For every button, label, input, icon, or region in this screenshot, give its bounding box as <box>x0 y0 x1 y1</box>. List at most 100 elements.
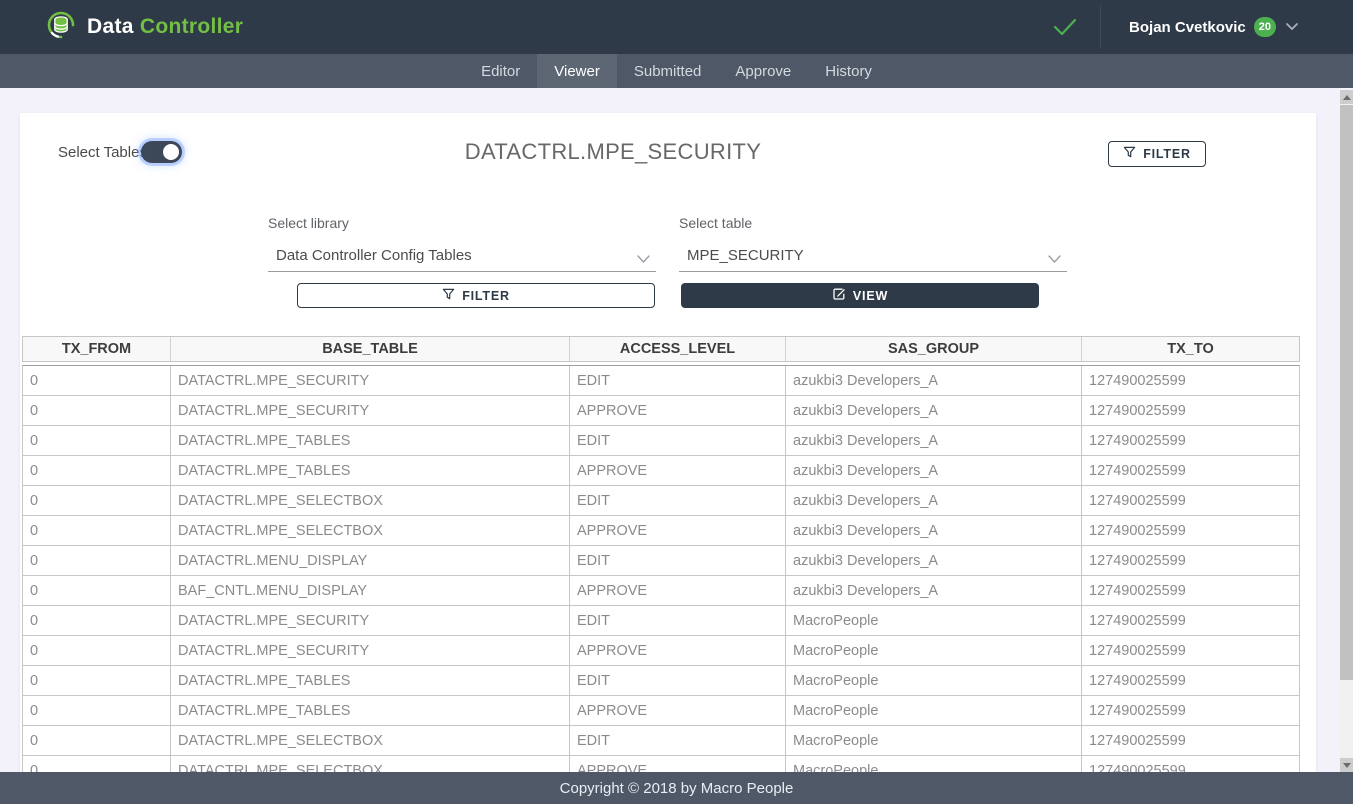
cell-access-level: APPROVE <box>570 516 786 545</box>
library-select[interactable]: Data Controller Config Tables <box>268 241 656 272</box>
table-row: 0 DATACTRL.MENU_DISPLAY EDIT azukbi3 Dev… <box>23 546 1299 576</box>
user-count-badge: 20 <box>1254 17 1276 37</box>
grid-body: 0 DATACTRL.MPE_SECURITY EDIT azukbi3 Dev… <box>22 365 1300 772</box>
cell-base-table: DATACTRL.MENU_DISPLAY <box>171 546 570 575</box>
cell-access-level: EDIT <box>570 666 786 695</box>
table-row: 0 DATACTRL.MPE_SELECTBOX APPROVE azukbi3… <box>23 516 1299 546</box>
cell-base-table: DATACTRL.MPE_SECURITY <box>171 606 570 635</box>
cell-tx-from: 0 <box>23 636 171 665</box>
table-value: MPE_SECURITY <box>679 241 1067 264</box>
footer: Copyright © 2018 by Macro People <box>0 772 1353 804</box>
cell-tx-from: 0 <box>23 396 171 425</box>
cell-sas-group: azukbi3 Developers_A <box>786 426 1082 455</box>
tab-submitted[interactable]: Submitted <box>617 54 719 88</box>
main-tabbar: Editor Viewer Submitted Approve History <box>0 54 1353 88</box>
library-label: Select library <box>268 215 656 231</box>
viewer-card: Select Tables DATACTRL.MPE_SECURITY FILT… <box>20 113 1316 772</box>
chevron-down-icon <box>637 251 650 269</box>
cell-tx-from: 0 <box>23 426 171 455</box>
cell-access-level: APPROVE <box>570 396 786 425</box>
cell-base-table: DATACTRL.MPE_SECURITY <box>171 396 570 425</box>
cell-tx-from: 0 <box>23 606 171 635</box>
grid-header-row: TX_FROM BASE_TABLE ACCESS_LEVEL SAS_GROU… <box>22 336 1300 362</box>
cell-tx-to: 127490025599 <box>1082 546 1299 575</box>
page-scrollbar[interactable] <box>1340 90 1353 772</box>
cell-tx-to: 127490025599 <box>1082 366 1299 395</box>
cell-tx-from: 0 <box>23 696 171 725</box>
cell-base-table: DATACTRL.MPE_SECURITY <box>171 366 570 395</box>
filter-button[interactable]: FILTER <box>297 283 655 308</box>
column-header-tx-to[interactable]: TX_TO <box>1082 337 1299 361</box>
view-button-label: VIEW <box>853 289 888 303</box>
cell-access-level: EDIT <box>570 366 786 395</box>
tab-approve[interactable]: Approve <box>718 54 808 88</box>
cell-access-level: APPROVE <box>570 576 786 605</box>
table-row: 0 DATACTRL.MPE_SECURITY APPROVE MacroPeo… <box>23 636 1299 666</box>
cell-sas-group: MacroPeople <box>786 636 1082 665</box>
table-row: 0 DATACTRL.MPE_SELECTBOX APPROVE MacroPe… <box>23 756 1299 772</box>
cell-access-level: EDIT <box>570 486 786 515</box>
cell-tx-to: 127490025599 <box>1082 426 1299 455</box>
cell-tx-to: 127490025599 <box>1082 516 1299 545</box>
table-selector: Select table MPE_SECURITY <box>679 215 1067 272</box>
cell-base-table: BAF_CNTL.MENU_DISPLAY <box>171 576 570 605</box>
cell-sas-group: MacroPeople <box>786 666 1082 695</box>
view-button[interactable]: VIEW <box>681 283 1039 308</box>
cell-tx-to: 127490025599 <box>1082 456 1299 485</box>
filter-button-label: FILTER <box>1143 147 1191 161</box>
cell-sas-group: azukbi3 Developers_A <box>786 456 1082 485</box>
table-row: 0 DATACTRL.MPE_SELECTBOX EDIT MacroPeopl… <box>23 726 1299 756</box>
cell-sas-group: azukbi3 Developers_A <box>786 546 1082 575</box>
cell-tx-to: 127490025599 <box>1082 486 1299 515</box>
table-select[interactable]: MPE_SECURITY <box>679 241 1067 272</box>
cell-sas-group: azukbi3 Developers_A <box>786 366 1082 395</box>
column-header-access-level[interactable]: ACCESS_LEVEL <box>570 337 786 361</box>
cell-tx-to: 127490025599 <box>1082 696 1299 725</box>
cell-tx-from: 0 <box>23 546 171 575</box>
cell-tx-to: 127490025599 <box>1082 666 1299 695</box>
table-row: 0 DATACTRL.MPE_SECURITY EDIT MacroPeople… <box>23 606 1299 636</box>
top-navbar: Data Controller Bojan Cvetkovic 20 <box>0 0 1353 54</box>
cell-base-table: DATACTRL.MPE_TABLES <box>171 666 570 695</box>
cell-tx-to: 127490025599 <box>1082 396 1299 425</box>
tab-viewer[interactable]: Viewer <box>537 54 617 88</box>
page-scrollbar-thumb[interactable] <box>1340 105 1353 680</box>
table-row: 0 DATACTRL.MPE_SECURITY EDIT azukbi3 Dev… <box>23 366 1299 396</box>
tab-editor[interactable]: Editor <box>464 54 537 88</box>
cell-access-level: EDIT <box>570 426 786 455</box>
app-title: Data Controller <box>87 15 243 39</box>
cell-sas-group: azukbi3 Developers_A <box>786 486 1082 515</box>
cell-base-table: DATACTRL.MPE_SELECTBOX <box>171 726 570 755</box>
cell-tx-to: 127490025599 <box>1082 636 1299 665</box>
cell-tx-from: 0 <box>23 726 171 755</box>
filter-button-top[interactable]: FILTER <box>1108 141 1206 167</box>
cell-base-table: DATACTRL.MPE_SELECTBOX <box>171 516 570 545</box>
app-logo[interactable]: Data Controller <box>45 9 243 46</box>
cell-base-table: DATACTRL.MPE_TABLES <box>171 426 570 455</box>
table-row: 0 BAF_CNTL.MENU_DISPLAY APPROVE azukbi3 … <box>23 576 1299 606</box>
cell-access-level: APPROVE <box>570 456 786 485</box>
filter-button-label: FILTER <box>462 289 510 303</box>
cell-tx-from: 0 <box>23 756 171 772</box>
table-row: 0 DATACTRL.MPE_TABLES APPROVE MacroPeopl… <box>23 696 1299 726</box>
page-content: Select Tables DATACTRL.MPE_SECURITY FILT… <box>0 88 1353 772</box>
cell-sas-group: MacroPeople <box>786 606 1082 635</box>
table-row: 0 DATACTRL.MPE_SECURITY APPROVE azukbi3 … <box>23 396 1299 426</box>
status-check-icon <box>1052 17 1078 37</box>
cell-access-level: APPROVE <box>570 756 786 772</box>
scroll-down-arrow-icon[interactable] <box>1340 758 1353 772</box>
cell-access-level: APPROVE <box>570 636 786 665</box>
user-menu[interactable]: Bojan Cvetkovic <box>1129 19 1246 36</box>
table-row: 0 DATACTRL.MPE_TABLES APPROVE azukbi3 De… <box>23 456 1299 486</box>
cell-sas-group: MacroPeople <box>786 726 1082 755</box>
column-header-sas-group[interactable]: SAS_GROUP <box>786 337 1082 361</box>
column-header-base-table[interactable]: BASE_TABLE <box>171 337 570 361</box>
library-selector: Select library Data Controller Config Ta… <box>268 215 656 272</box>
tab-history[interactable]: History <box>808 54 889 88</box>
view-edit-icon <box>832 287 846 304</box>
database-logo-icon <box>45 9 77 46</box>
chevron-down-icon[interactable] <box>1286 18 1298 36</box>
cell-base-table: DATACTRL.MPE_SELECTBOX <box>171 756 570 772</box>
scroll-up-arrow-icon[interactable] <box>1340 90 1353 104</box>
column-header-tx-from[interactable]: TX_FROM <box>23 337 171 361</box>
